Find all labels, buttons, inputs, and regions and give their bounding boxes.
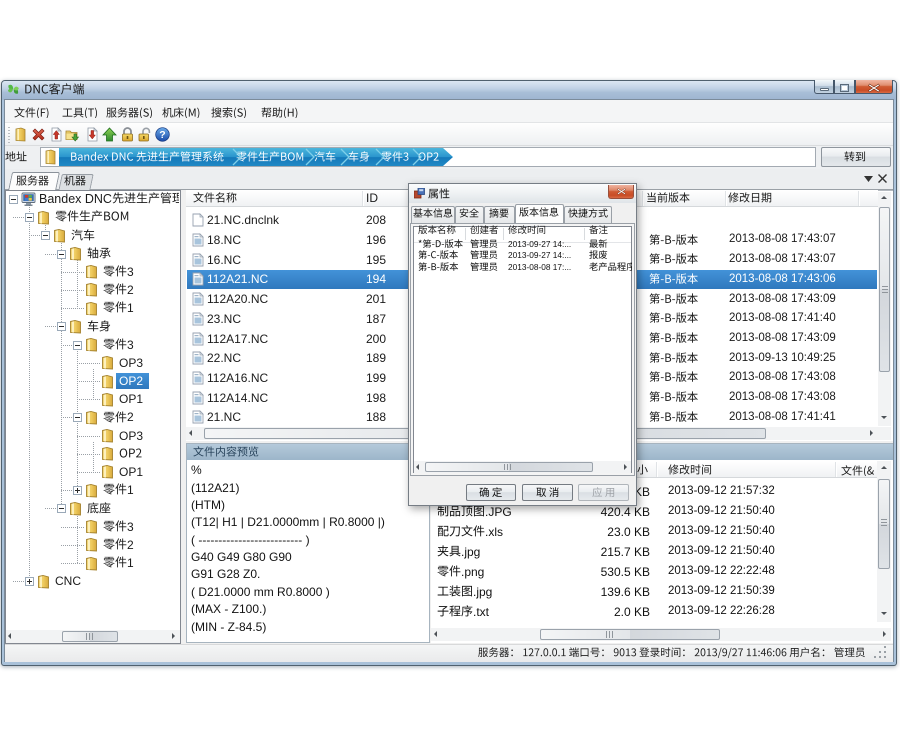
svg-text:?: ? [159, 129, 165, 141]
